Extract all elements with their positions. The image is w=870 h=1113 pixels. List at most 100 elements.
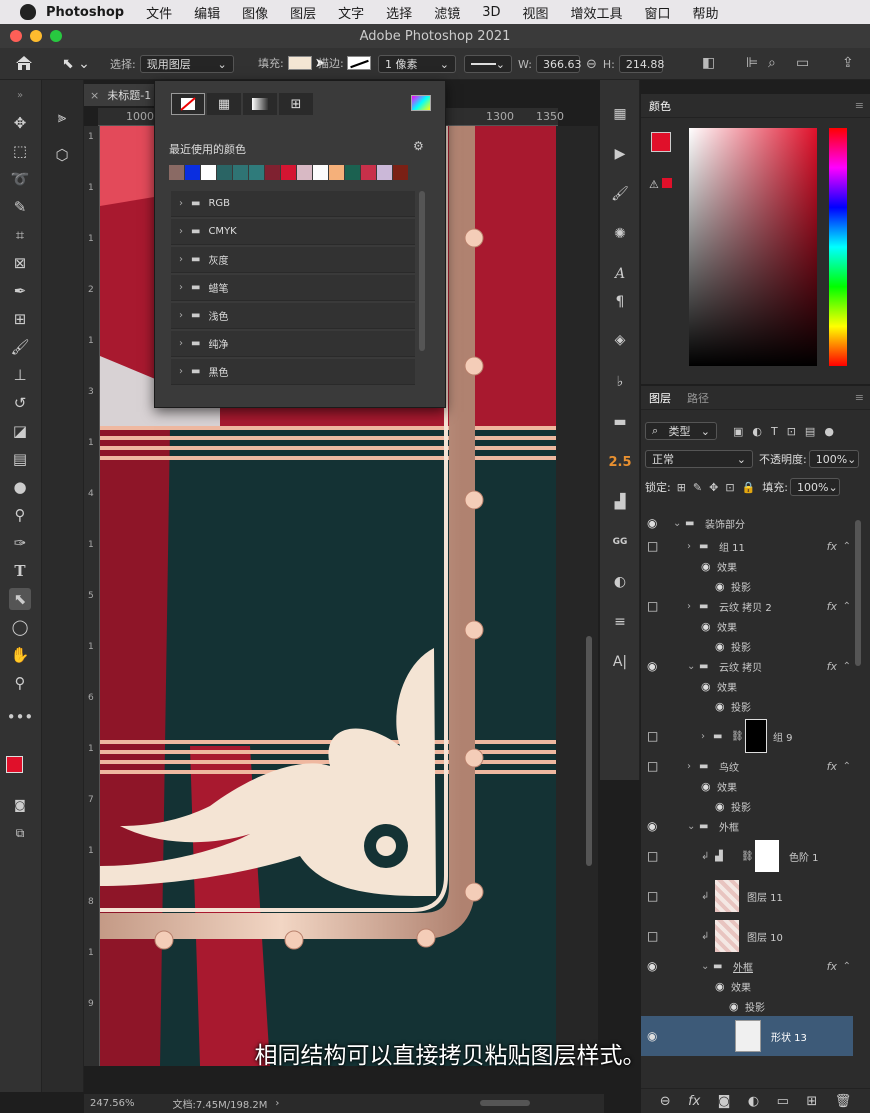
brush-tool-icon[interactable]: 🖌 [9,336,31,358]
menu-3d[interactable]: 3D [482,5,500,20]
layers-scrollbar[interactable] [855,520,861,666]
color-swatch[interactable] [169,165,184,180]
gear-icon[interactable]: ⚙ [413,139,424,153]
move-tool-icon[interactable]: ✥ [9,112,31,134]
eye-icon[interactable]: ◉ [715,700,725,713]
path-select-tool-icon[interactable]: ⬉ ⌄ [62,56,90,72]
history-panel-icon[interactable]: ▦ [610,104,630,124]
swatch-folder-3[interactable]: › ▬ 蜡笔 [171,275,415,301]
add-mask-icon[interactable]: ◙ [718,1094,731,1109]
histogram-icon[interactable]: ▟ [610,492,630,512]
select-dropdown[interactable]: 现用图层 ⌄ [139,55,234,73]
history-brush-tool-icon[interactable]: ↺ [9,392,31,414]
menu-layer[interactable]: 图层 [290,3,316,22]
3d-panel-icon[interactable]: ◈ [610,330,630,350]
layer-row[interactable]: ◉ ⌄ ▬ 装饰部分 [641,510,853,536]
blend-mode-dropdown[interactable]: 正常 ⌄ [645,450,753,468]
chevron-right-icon[interactable]: › [275,1098,279,1109]
chevron-down-icon[interactable]: ⌄ [687,821,695,832]
brush-settings-icon[interactable]: 🖌 [610,184,630,204]
fx-badge[interactable]: fx [827,760,837,773]
stroke-swatch[interactable] [346,56,371,70]
eyedropper-tool-icon[interactable]: ✒ [9,280,31,302]
chevron-right-icon[interactable]: › [687,601,691,612]
stroke-type-dropdown[interactable]: ⌄ [464,55,512,73]
layer-filter-icons[interactable]: ▣◐T⊡▤● [733,425,843,438]
color-picker-icon[interactable] [411,95,431,111]
height-input[interactable]: 214.88 [618,55,664,73]
layer-thumbnail[interactable] [715,880,739,912]
clone-source-icon[interactable]: ♭ [610,372,630,392]
color-swatch[interactable] [345,165,360,180]
marquee-tool-icon[interactable]: ⬚ [9,140,31,162]
chevron-down-icon[interactable]: ⌄ [701,961,709,972]
chevron-up-icon[interactable]: ⌃ [843,541,851,552]
search-icon[interactable]: ⌕ [768,55,776,71]
menu-app-name[interactable]: Photoshop [46,5,124,20]
layer-row[interactable]: ◉ 投影 [641,696,853,716]
menu-help[interactable]: 帮助 [693,3,719,22]
type-tool-icon[interactable]: T [9,560,31,582]
swatch-folder-4[interactable]: › ▬ 浅色 [171,303,415,329]
tab-paths[interactable]: 路径 [679,390,717,406]
layer-row[interactable]: ◉ 效果 [641,556,853,576]
visibility-toggle[interactable]: □ [647,756,659,776]
new-group-icon[interactable]: ▭ [777,1094,789,1109]
lasso-tool-icon[interactable]: ➰ [9,168,31,190]
blur-tool-icon[interactable]: ● [9,476,31,498]
eraser-tool-icon[interactable]: ◪ [9,420,31,442]
stroke-width-field[interactable]: 1 像素 ⌄ [378,55,456,73]
apple-icon[interactable] [20,4,36,20]
scroll-thumb[interactable] [586,636,592,866]
color-swatch[interactable] [233,165,248,180]
swatch-folder-5[interactable]: › ▬ 纯净 [171,331,415,357]
chevron-up-icon[interactable]: ⌃ [843,661,851,672]
layer-row[interactable]: □ › ▬ 云纹 拷贝 2 fx ⌃ [641,596,853,616]
eye-icon[interactable]: ◉ [729,1000,739,1013]
layer-row[interactable]: □ ↲ 图层 10 [641,916,853,956]
paragraph-panel-icon[interactable]: ¶ [610,292,630,312]
share-icon[interactable]: ⇪ [842,55,854,71]
timeline-icon[interactable]: ▬ [610,412,630,432]
healing-brush-tool-icon[interactable]: ⊞ [9,308,31,330]
panel-menu-icon[interactable]: ≡ [855,391,864,404]
eye-icon[interactable]: ◉ [701,620,711,633]
menu-image[interactable]: 图像 [242,3,268,22]
close-window-button[interactable] [10,30,22,42]
gamut-warning-icon[interactable]: ⚠ [649,178,672,191]
zoom-level[interactable]: 247.56% [90,1098,135,1109]
brushes-panel-icon[interactable]: ✺ [610,224,630,244]
popup-scrollbar[interactable] [419,191,425,351]
workspace-icon[interactable]: ▭ [796,55,809,71]
screen-mode-icon[interactable]: ⧉ [9,822,31,844]
chevron-right-icon[interactable]: › [701,731,705,742]
vertical-scrollbar[interactable] [556,126,598,1066]
new-adjustment-icon[interactable]: ◐ [748,1094,759,1109]
zoom-tool-icon[interactable]: ⚲ [9,672,31,694]
layer-row[interactable]: ◉ 投影 [641,576,853,596]
layer-row[interactable]: □ › ▬ 鸟纹 fx ⌃ [641,756,853,776]
layer-row[interactable]: □ › ▬ ⛓ 组 9 [641,716,853,756]
fx-badge[interactable]: fx [827,540,837,553]
hand-tool-icon[interactable]: ✋ [9,644,31,666]
quick-select-tool-icon[interactable]: ✎ [9,196,31,218]
layer-row[interactable]: ◉ 效果 [641,776,853,796]
pattern-icon[interactable]: ⊞ [279,93,313,115]
width-input[interactable]: 366.63 [535,55,581,73]
layer-row[interactable]: ◉ 投影 [641,636,853,656]
color-swatch[interactable] [185,165,200,180]
eye-icon[interactable]: ◉ [647,656,659,676]
mask-thumbnail[interactable] [755,840,779,872]
gradient-icon[interactable] [243,93,277,115]
new-layer-icon[interactable]: ⊞ [806,1094,817,1109]
visibility-toggle[interactable]: □ [647,716,659,756]
tab-color[interactable]: 颜色 [641,98,679,114]
solid-color-icon[interactable]: ▦ [207,93,241,115]
chevron-down-icon[interactable]: ⌄ [687,661,695,672]
character-panel-icon[interactable]: A [610,264,630,284]
layer-row[interactable]: ◉ ⌄ ▬ 外框 fx ⌃ [641,956,853,976]
color-swatch[interactable] [329,165,344,180]
layer-row[interactable]: ◉ ⌄ ▬ 外框 [641,816,853,836]
eye-icon[interactable]: ◉ [647,510,659,536]
foreground-color-swatch[interactable] [651,132,671,152]
